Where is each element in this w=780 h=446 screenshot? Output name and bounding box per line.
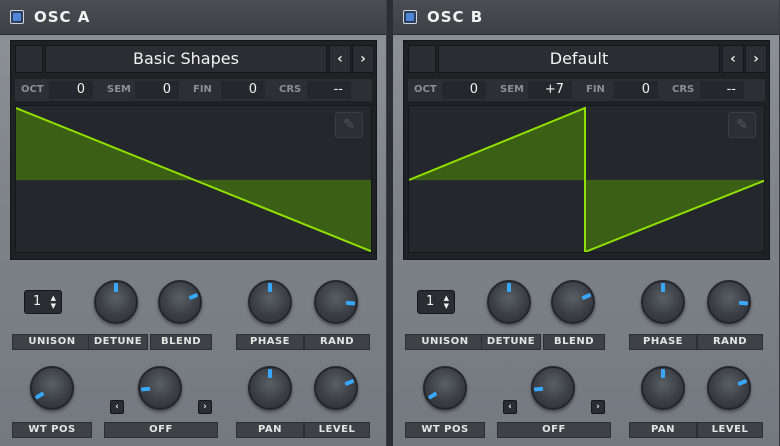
osc-b-preset-name[interactable]: Default	[438, 45, 720, 73]
osc-b-wt-pos-label: WT POS	[405, 422, 485, 438]
osc-b-sem[interactable]: SEM +7	[494, 79, 578, 101]
osc-b-prev-preset-button[interactable]: ‹	[722, 45, 744, 73]
osc-b-pan-label: PAN	[629, 422, 697, 438]
pencil-icon[interactable]: ✎	[335, 112, 363, 138]
osc-a-titlebar: OSC A	[0, 0, 386, 35]
osc-b-crs[interactable]: CRS --	[666, 79, 750, 101]
osc-b-warp-knob[interactable]	[531, 366, 575, 410]
osc-b-detune-label: DETUNE	[481, 334, 541, 350]
osc-a-waveform-display[interactable]: ✎	[15, 105, 372, 253]
osc-a-pan-knob[interactable]	[248, 366, 292, 410]
osc-b-pitch-row: OCT 0 SEM +7 FIN 0 CRS --	[408, 79, 765, 101]
oscillator-section: OSC A Basic Shapes ‹ › OCT 0 SEM 0 FIN 0 CR…	[0, 0, 780, 446]
osc-b-blend-label: BLEND	[543, 334, 605, 350]
osc-a-enable-toggle[interactable]	[10, 10, 24, 24]
osc-a-blend-knob[interactable]	[158, 280, 202, 324]
osc-a-warp-next-button[interactable]: ›	[198, 400, 212, 414]
osc-a-phase-label: PHASE	[236, 334, 304, 350]
osc-b-detune-knob[interactable]	[487, 280, 531, 324]
osc-b-preset-menu-button[interactable]	[408, 45, 436, 73]
osc-a-fin[interactable]: FIN 0	[187, 79, 271, 101]
osc-b-titlebar: OSC B	[393, 0, 779, 35]
osc-a-next-preset-button[interactable]: ›	[352, 45, 374, 73]
osc-a-rand-label: RAND	[304, 334, 370, 350]
osc-b-rand-label: RAND	[697, 334, 763, 350]
osc-a-panel: OSC A Basic Shapes ‹ › OCT 0 SEM 0 FIN 0 CR…	[0, 0, 387, 446]
osc-a-preset-row: Basic Shapes ‹ ›	[11, 41, 376, 77]
osc-a-pan-label: PAN	[236, 422, 304, 438]
osc-a-detune-label: DETUNE	[88, 334, 148, 350]
osc-a-unison-label: UNISON	[12, 334, 92, 350]
osc-b-rand-knob[interactable]	[707, 280, 751, 324]
osc-a-warp-knob[interactable]	[138, 366, 182, 410]
osc-a-rand-knob[interactable]	[314, 280, 358, 324]
chevron-left-icon: ‹	[115, 402, 119, 412]
osc-a-preset-menu-button[interactable]	[15, 45, 43, 73]
osc-b-level-label: LEVEL	[697, 422, 763, 438]
osc-b-level-knob[interactable]	[707, 366, 751, 410]
stepper-arrows-icon: ▲ ▼	[443, 294, 449, 310]
osc-a-oct[interactable]: OCT 0	[15, 79, 99, 101]
osc-a-warp-label[interactable]: OFF	[104, 422, 218, 438]
chevron-left-icon: ‹	[337, 51, 343, 67]
osc-b-warp-prev-button[interactable]: ‹	[503, 400, 517, 414]
osc-a-level-knob[interactable]	[314, 366, 358, 410]
osc-a-preset-name[interactable]: Basic Shapes	[45, 45, 327, 73]
osc-a-waveform	[16, 107, 371, 252]
chevron-right-icon: ›	[753, 51, 759, 67]
pencil-icon[interactable]: ✎	[728, 112, 756, 138]
osc-b-title: OSC B	[427, 8, 484, 26]
osc-a-title: OSC A	[34, 8, 91, 26]
chevron-right-icon: ›	[360, 51, 366, 67]
osc-b-preset-row: Default ‹ ›	[404, 41, 769, 77]
osc-b-warp-next-button[interactable]: ›	[591, 400, 605, 414]
osc-b-waveform-display[interactable]: ✎	[408, 105, 765, 253]
osc-b-display: Default ‹ › OCT 0 SEM +7 FIN 0 CRS -- ✎	[403, 40, 770, 260]
osc-b-waveform	[409, 106, 764, 252]
osc-b-fin[interactable]: FIN 0	[580, 79, 664, 101]
osc-a-display: Basic Shapes ‹ › OCT 0 SEM 0 FIN 0 CRS -- ✎	[10, 40, 377, 260]
stepper-arrows-icon: ▲ ▼	[50, 294, 56, 310]
osc-b-wt-pos-knob[interactable]	[423, 366, 467, 410]
osc-b-pan-knob[interactable]	[641, 366, 685, 410]
osc-a-sem[interactable]: SEM 0	[101, 79, 185, 101]
osc-b-enable-toggle[interactable]	[403, 10, 417, 24]
osc-a-phase-knob[interactable]	[248, 280, 292, 324]
chevron-right-icon: ›	[596, 402, 600, 412]
osc-a-wt-pos-label: WT POS	[12, 422, 92, 438]
osc-a-prev-preset-button[interactable]: ‹	[329, 45, 351, 73]
osc-b-next-preset-button[interactable]: ›	[745, 45, 767, 73]
osc-a-pitch-row: OCT 0 SEM 0 FIN 0 CRS --	[15, 79, 372, 101]
chevron-left-icon: ‹	[730, 51, 736, 67]
osc-a-unison-stepper[interactable]: 1 ▲ ▼	[24, 290, 62, 314]
chevron-right-icon: ›	[203, 402, 207, 412]
osc-b-phase-label: PHASE	[629, 334, 697, 350]
osc-b-panel: OSC B Default ‹ › OCT 0 SEM +7 FIN 0 CRS --	[393, 0, 780, 446]
osc-a-blend-label: BLEND	[150, 334, 212, 350]
osc-b-phase-knob[interactable]	[641, 280, 685, 324]
osc-a-warp-prev-button[interactable]: ‹	[110, 400, 124, 414]
osc-b-blend-knob[interactable]	[551, 280, 595, 324]
osc-a-detune-knob[interactable]	[94, 280, 138, 324]
osc-b-oct[interactable]: OCT 0	[408, 79, 492, 101]
osc-b-unison-label: UNISON	[405, 334, 485, 350]
osc-a-wt-pos-knob[interactable]	[30, 366, 74, 410]
osc-a-crs[interactable]: CRS --	[273, 79, 357, 101]
osc-b-unison-stepper[interactable]: 1 ▲ ▼	[417, 290, 455, 314]
osc-a-level-label: LEVEL	[304, 422, 370, 438]
chevron-left-icon: ‹	[508, 402, 512, 412]
osc-b-warp-label[interactable]: OFF	[497, 422, 611, 438]
